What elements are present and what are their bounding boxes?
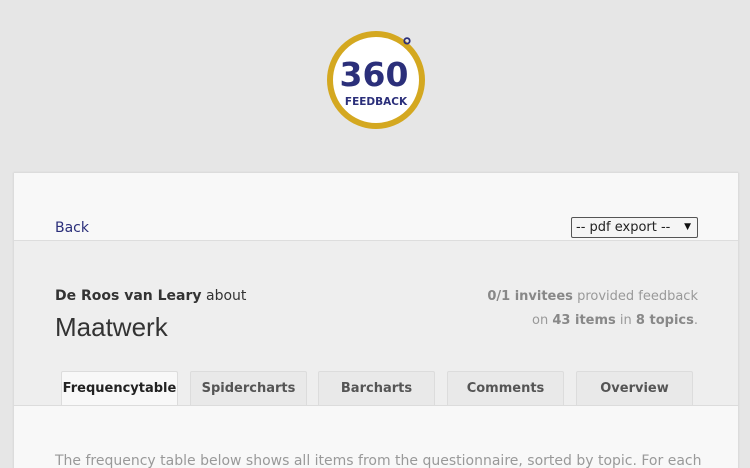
tab-spidercharts[interactable]: Spidercharts <box>190 371 307 406</box>
pdf-export-selected-value: -- pdf export -- <box>576 220 671 235</box>
topics-count: 8 topics <box>635 313 694 328</box>
in-word: in <box>619 313 632 328</box>
tab-frequencytable[interactable]: Frequencytable <box>61 371 178 407</box>
about-word: about <box>205 288 247 304</box>
intro-text: The frequency table below shows all item… <box>55 453 702 468</box>
report-tabs: Frequencytable Spidercharts Barcharts Co… <box>61 371 701 407</box>
logo-number: 360 <box>340 55 409 94</box>
subject-line: De Roos van Leary about <box>55 287 246 305</box>
provided-text: provided feedback <box>577 289 698 304</box>
tab-overview[interactable]: Overview <box>576 371 693 406</box>
page-title: Maatwerk <box>55 312 168 342</box>
logo-badge: 360 ° FEEDBACK <box>327 31 425 129</box>
on-word: on <box>532 313 549 328</box>
stats-period: . <box>693 313 698 328</box>
invitees-count: 0/1 invitees <box>487 289 573 304</box>
tab-barcharts[interactable]: Barcharts <box>318 371 435 406</box>
dropdown-arrow-icon: ▼ <box>684 222 691 232</box>
tab-comments[interactable]: Comments <box>447 371 564 406</box>
subject-name: De Roos van Leary <box>55 288 202 304</box>
pdf-export-select[interactable]: -- pdf export -- ▼ <box>571 217 698 238</box>
feedback-stats: 0/1 invitees provided feedback on 43 ite… <box>487 285 698 333</box>
report-card: Back -- pdf export -- ▼ De Roos van Lear… <box>13 172 739 468</box>
card-toolbar: Back -- pdf export -- ▼ <box>14 173 738 241</box>
logo-word: FEEDBACK <box>345 96 408 108</box>
logo-degree: ° <box>402 35 413 60</box>
stats-line-1: 0/1 invitees provided feedback <box>487 285 698 309</box>
stats-line-2: on 43 items in 8 topics. <box>487 309 698 333</box>
back-link[interactable]: Back <box>55 220 89 236</box>
logo: 360 ° FEEDBACK <box>326 28 430 132</box>
tab-content: The frequency table below shows all item… <box>14 405 738 468</box>
items-count: 43 items <box>552 313 616 328</box>
